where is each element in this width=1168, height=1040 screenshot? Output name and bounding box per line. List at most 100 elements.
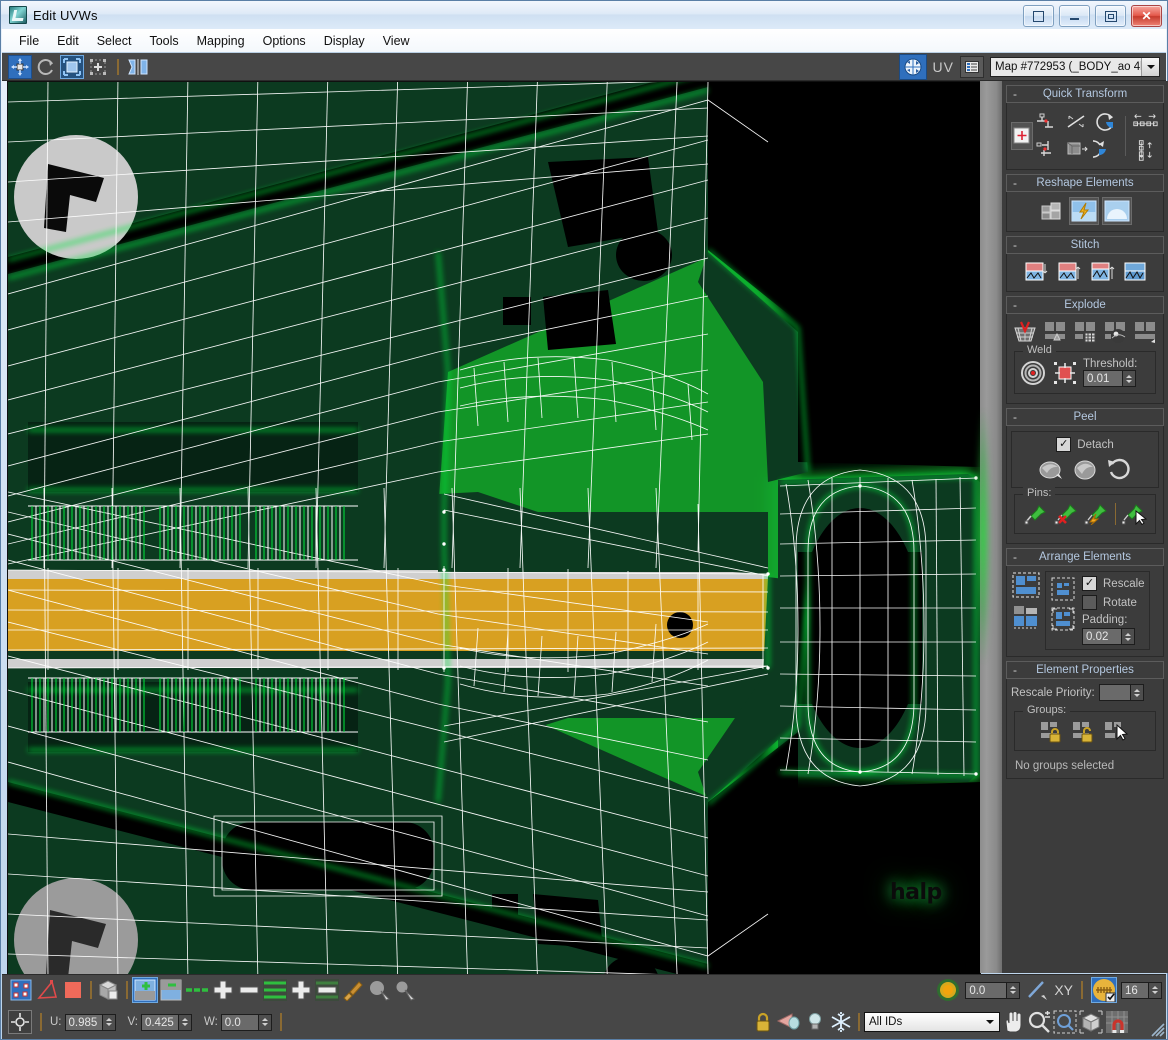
snap-magnet[interactable] <box>1104 1009 1130 1035</box>
grid-snap-toggle[interactable] <box>1091 977 1117 1003</box>
viewport-panel-divider[interactable] <box>980 81 1002 973</box>
zoom-region[interactable] <box>1052 1009 1078 1035</box>
pan-view[interactable] <box>1000 1009 1026 1035</box>
peel-header[interactable]: - Peel <box>1006 408 1164 426</box>
reshape-relax[interactable] <box>1069 197 1099 225</box>
spinner-arrows[interactable] <box>1149 982 1162 999</box>
reshape-elements-header[interactable]: - Reshape Elements <box>1006 174 1164 192</box>
mirror-tool[interactable] <box>126 55 150 79</box>
explode-header[interactable]: - Explode <box>1006 296 1164 314</box>
qt-rotate-90-cw[interactable] <box>1092 136 1120 162</box>
soft-selection-toggle[interactable] <box>935 977 961 1003</box>
shrink-selection[interactable] <box>236 977 262 1003</box>
explode-by-angle[interactable] <box>1011 319 1039 345</box>
element-properties-header[interactable]: - Element Properties <box>1006 661 1164 679</box>
pin-select[interactable] <box>1121 501 1149 527</box>
weld-threshold-spinner[interactable]: 0.01 <box>1083 370 1151 387</box>
menu-display[interactable]: Display <box>315 31 374 51</box>
zoom-extents[interactable] <box>1078 1009 1104 1035</box>
menu-edit[interactable]: Edit <box>48 31 88 51</box>
rescale-priority-spinner[interactable] <box>1099 684 1144 701</box>
edge-subobject-mode[interactable] <box>34 977 60 1003</box>
u-spinner[interactable]: 0.985 <box>65 1014 116 1031</box>
group-lock[interactable] <box>1039 718 1067 744</box>
explode-by-uv[interactable] <box>1101 319 1129 345</box>
reshape-dome[interactable] <box>1102 197 1132 225</box>
paint-select-strength[interactable] <box>392 977 418 1003</box>
maximize-window-button[interactable] <box>1095 5 1126 27</box>
qt-align-horizontal[interactable] <box>1034 109 1062 135</box>
show-map-seams[interactable] <box>184 977 210 1003</box>
material-id-selector[interactable]: All IDs <box>864 1012 1000 1032</box>
lock-selection[interactable] <box>750 1009 776 1035</box>
explode-by-material[interactable] <box>1041 319 1069 345</box>
element-subobject-mode[interactable] <box>96 977 122 1003</box>
edge-loop-grow[interactable] <box>288 977 314 1003</box>
spinner-arrows[interactable] <box>1122 628 1135 645</box>
constraint-line[interactable] <box>1024 977 1050 1003</box>
menu-select[interactable]: Select <box>88 31 141 51</box>
menu-options[interactable]: Options <box>254 31 315 51</box>
qt-space-vertical[interactable] <box>1131 137 1159 163</box>
menu-tools[interactable]: Tools <box>140 31 187 51</box>
grow-selection[interactable] <box>210 977 236 1003</box>
edge-loop-select[interactable] <box>262 977 288 1003</box>
explode-options[interactable] <box>1131 319 1159 345</box>
qt-rotate-90-ccw[interactable] <box>1092 109 1120 135</box>
group-select[interactable] <box>1103 718 1131 744</box>
peel-mode[interactable] <box>1071 456 1099 482</box>
arrange-padding-spinner[interactable]: 0.02 <box>1082 628 1145 645</box>
stitch-custom[interactable] <box>1121 259 1149 285</box>
weld-selected[interactable] <box>1051 360 1079 386</box>
menu-file[interactable]: File <box>10 31 48 51</box>
collapse-icon[interactable]: - <box>1013 176 1017 190</box>
hide-selected[interactable] <box>776 1009 802 1035</box>
vertex-subobject-mode[interactable] <box>8 977 34 1003</box>
chevron-down-icon[interactable] <box>982 1014 998 1030</box>
spinner-arrows[interactable] <box>1131 684 1144 701</box>
spinner-arrows[interactable] <box>1007 982 1020 999</box>
stitch-selected[interactable] <box>1022 259 1050 285</box>
chevron-down-icon[interactable] <box>1141 58 1159 76</box>
transform-center-button[interactable] <box>8 1010 32 1034</box>
face-subobject-mode[interactable] <box>60 977 86 1003</box>
peel-quick-peel[interactable] <box>1037 456 1065 482</box>
paint-select-size[interactable] <box>366 977 392 1003</box>
collapse-icon[interactable]: - <box>1013 298 1017 312</box>
paint-select-brush[interactable] <box>340 977 366 1003</box>
weld-target[interactable] <box>1019 360 1047 386</box>
freeform-mode-tool[interactable] <box>86 55 110 79</box>
arrange-rescale-checkbox[interactable]: ✓ <box>1082 576 1097 591</box>
arrange-pack-custom[interactable] <box>1050 606 1076 632</box>
rotate-tool[interactable] <box>34 55 58 79</box>
qt-move-pivot[interactable] <box>1011 122 1033 150</box>
minimize-window-button[interactable] <box>1059 5 1090 27</box>
uv-viewport[interactable]: halp <box>7 81 981 975</box>
arrange-rotate-checkbox[interactable] <box>1082 595 1097 610</box>
explode-by-smoothing[interactable] <box>1071 319 1099 345</box>
zoom-view[interactable] <box>1026 1009 1052 1035</box>
axis-label[interactable]: XY <box>1054 983 1073 997</box>
grid-spinner[interactable]: 16 <box>1121 982 1162 999</box>
close-window-button[interactable]: ✕ <box>1131 5 1162 27</box>
uv-display-toggle[interactable] <box>899 54 927 80</box>
v-spinner[interactable]: 0.425 <box>141 1014 192 1031</box>
restore-window-button[interactable] <box>1023 5 1054 27</box>
qt-align-vertical[interactable] <box>1034 136 1062 162</box>
stitch-source[interactable] <box>1055 259 1083 285</box>
stitch-target[interactable] <box>1088 259 1116 285</box>
spinner-arrows[interactable] <box>1123 370 1136 387</box>
freeze-selected[interactable] <box>828 1009 854 1035</box>
scale-tool[interactable] <box>60 55 84 79</box>
arrange-pack-normalize[interactable] <box>1011 571 1041 599</box>
collapse-icon[interactable]: - <box>1013 663 1017 677</box>
reshape-straighten[interactable] <box>1038 198 1066 224</box>
collapse-icon[interactable]: - <box>1013 410 1017 424</box>
map-list-button[interactable] <box>960 56 984 78</box>
menu-view[interactable]: View <box>374 31 419 51</box>
group-unlock[interactable] <box>1071 718 1099 744</box>
soft-selection-spinner[interactable]: 0.0 <box>965 982 1020 999</box>
arrange-pack-tight[interactable] <box>1050 576 1076 602</box>
edge-loop-shrink[interactable] <box>314 977 340 1003</box>
map-selector[interactable]: Map #772953 (_BODY_ao 4k.p <box>990 57 1160 77</box>
